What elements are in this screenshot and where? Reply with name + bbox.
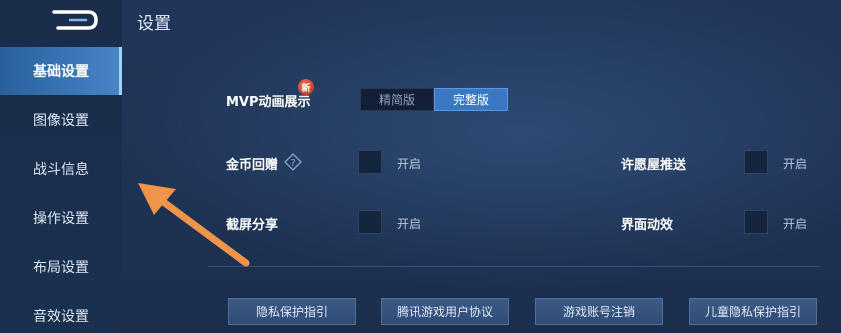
sidebar-item-sound-settings[interactable]: 音效设置: [0, 292, 122, 333]
sidebar: 基础设置 图像设置 战斗信息 操作设置 布局设置 音效设置: [0, 0, 122, 333]
sidebar-item-label: 基础设置: [33, 64, 89, 80]
wish-push-checkbox[interactable]: [744, 150, 768, 174]
user-agreement-button[interactable]: 腾讯游戏用户协议: [381, 298, 509, 325]
wish-push-toggle-label: 开启: [783, 157, 808, 171]
child-privacy-guide-button[interactable]: 儿童隐私保护指引: [689, 298, 817, 325]
sidebar-item-image-settings[interactable]: 图像设置: [0, 96, 122, 144]
screenshot-share-toggle-label: 开启: [397, 217, 422, 231]
wish-push-label: 许愿屋推送: [621, 158, 687, 173]
coin-gift-checkbox[interactable]: [358, 150, 382, 174]
coin-gift-toggle-label: 开启: [397, 157, 422, 171]
mvp-option-simple[interactable]: 精简版: [360, 88, 434, 111]
sidebar-item-control-settings[interactable]: 操作设置: [0, 194, 122, 242]
sidebar-item-layout-settings[interactable]: 布局设置: [0, 243, 122, 291]
ui-effects-label: 界面动效: [621, 218, 674, 233]
ui-effects-checkbox[interactable]: [744, 210, 768, 234]
sidebar-item-label: 布局设置: [33, 260, 89, 276]
sidebar-item-label: 战斗信息: [33, 162, 89, 178]
arrow-pointer-icon: [138, 183, 250, 267]
divider: [208, 266, 820, 267]
privacy-guide-button[interactable]: 隐私保护指引: [228, 298, 356, 325]
ui-effects-toggle-label: 开启: [783, 217, 808, 231]
coin-gift-label: 金币回赠: [226, 158, 279, 173]
sidebar-item-label: 图像设置: [33, 113, 89, 129]
mvp-animation-label: MVP动画展示: [226, 95, 311, 110]
svg-text:?: ?: [290, 158, 295, 169]
back-arrow-icon[interactable]: [48, 8, 100, 32]
sidebar-item-label: 音效设置: [33, 309, 89, 325]
page-title: 设置: [137, 14, 171, 34]
sidebar-item-basic-settings[interactable]: 基础设置: [0, 47, 122, 95]
new-badge: 新: [298, 79, 314, 95]
question-icon[interactable]: ?: [284, 153, 302, 171]
mvp-mode-selector: 精简版 完整版: [360, 88, 508, 111]
screenshot-share-checkbox[interactable]: [358, 210, 382, 234]
mvp-option-full[interactable]: 完整版: [434, 88, 508, 111]
sidebar-item-battle-info[interactable]: 战斗信息: [0, 145, 122, 193]
account-cancel-button[interactable]: 游戏账号注销: [535, 298, 663, 325]
sidebar-item-label: 操作设置: [33, 211, 89, 227]
